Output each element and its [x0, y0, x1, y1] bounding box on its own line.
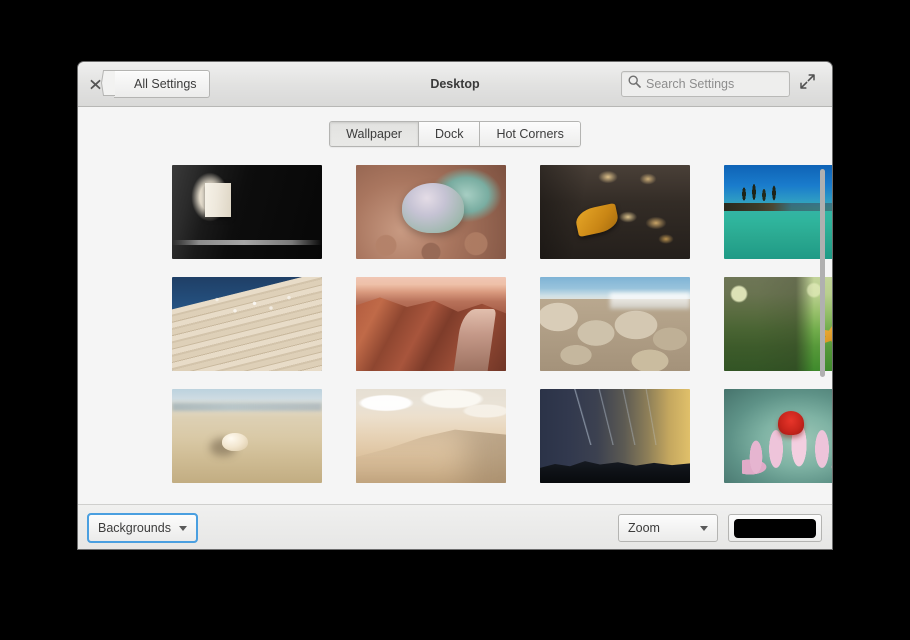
titlebar-right-controls: Search Settings: [621, 62, 832, 106]
search-placeholder: Search Settings: [646, 77, 735, 91]
wallpaper-grid-scroll-area: [78, 165, 832, 499]
search-settings-input[interactable]: Search Settings: [621, 71, 790, 97]
desktop-background: All Settings Desktop Search Settings Wal…: [0, 0, 910, 640]
wallpaper-thumbnail[interactable]: [172, 165, 322, 259]
tab-wallpaper[interactable]: Wallpaper: [330, 122, 419, 146]
desktop-settings-tabbar: Wallpaper Dock Hot Corners: [329, 121, 581, 147]
wallpaper-thumbnail[interactable]: [724, 277, 832, 371]
all-settings-back-button[interactable]: All Settings: [100, 70, 210, 98]
system-settings-window: All Settings Desktop Search Settings Wal…: [78, 62, 832, 549]
wallpaper-thumbnail[interactable]: [540, 277, 690, 371]
wallpaper-grid-scrollbar[interactable]: [818, 165, 828, 499]
wallpaper-grid: [78, 165, 832, 483]
search-magnifier-icon: [628, 75, 646, 93]
wallpaper-thumbnail[interactable]: [724, 389, 832, 483]
wallpaper-thumbnail[interactable]: [356, 389, 506, 483]
all-settings-label: All Settings: [134, 77, 197, 91]
window-titlebar: All Settings Desktop Search Settings: [78, 62, 832, 107]
wallpaper-thumbnail[interactable]: [540, 165, 690, 259]
maximize-button[interactable]: [790, 62, 824, 106]
window-footer-toolbar: Backgrounds Zoom: [78, 504, 832, 549]
wallpaper-thumbnail[interactable]: [172, 389, 322, 483]
window-body: Wallpaper Dock Hot Corners: [78, 107, 832, 504]
wallpaper-thumbnail[interactable]: [724, 165, 832, 259]
backgrounds-source-dropdown[interactable]: Backgrounds: [87, 513, 198, 543]
picture-aspect-dropdown[interactable]: Zoom: [618, 514, 718, 542]
wallpaper-thumbnail[interactable]: [356, 165, 506, 259]
zoom-dropdown-label: Zoom: [628, 521, 660, 535]
wallpaper-thumbnail[interactable]: [172, 277, 322, 371]
scrollbar-thumb[interactable]: [820, 169, 825, 377]
footer-right-controls: Zoom: [618, 514, 822, 542]
background-color-swatch: [734, 518, 816, 538]
chevron-left-icon: [100, 70, 116, 96]
caret-down-icon: [178, 525, 187, 531]
close-x-icon: [89, 79, 101, 90]
caret-down-icon: [700, 525, 708, 531]
maximize-diagonal-arrows-icon: [799, 74, 815, 94]
tab-dock[interactable]: Dock: [418, 122, 481, 146]
background-color-button[interactable]: [728, 514, 822, 542]
backgrounds-dropdown-label: Backgrounds: [98, 521, 171, 535]
wallpaper-thumbnail[interactable]: [356, 277, 506, 371]
wallpaper-thumbnail[interactable]: [540, 389, 690, 483]
tab-hot-corners[interactable]: Hot Corners: [480, 122, 580, 146]
tab-bar-row: Wallpaper Dock Hot Corners: [78, 107, 832, 147]
